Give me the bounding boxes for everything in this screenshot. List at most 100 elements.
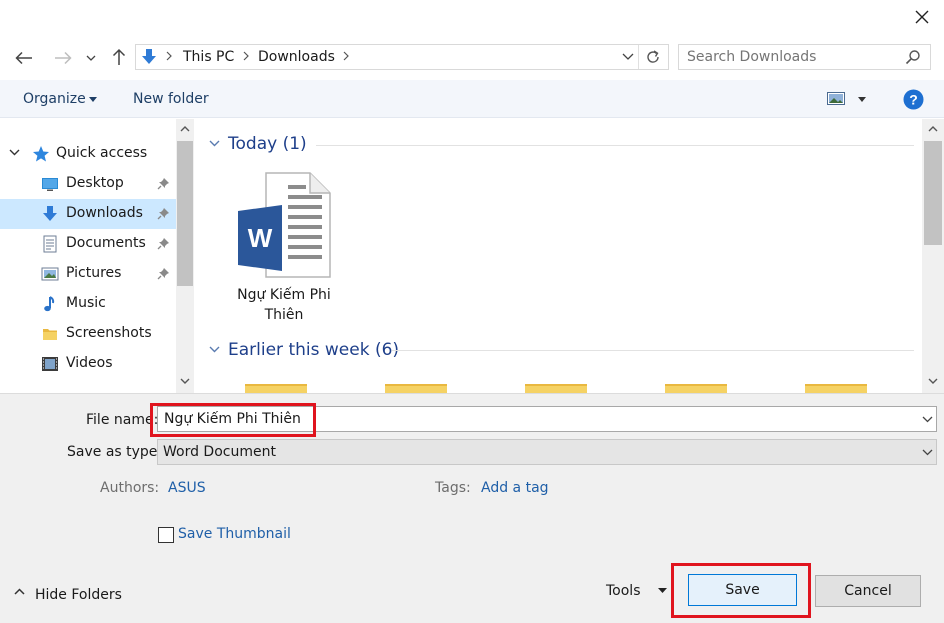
title-bar <box>0 0 944 34</box>
back-button[interactable] <box>13 47 35 69</box>
save-as-type-label: Save as type: <box>67 444 163 460</box>
save-thumbnail-checkbox[interactable] <box>158 527 174 543</box>
file-name-label: Ngự Kiếm Phi Thiên <box>237 287 331 323</box>
organize-button[interactable]: Organize <box>23 91 86 107</box>
chevron-down-icon <box>622 53 634 60</box>
refresh-button[interactable] <box>645 49 661 65</box>
folder-icon[interactable] <box>805 384 867 393</box>
file-list-scrollbar[interactable] <box>922 119 944 393</box>
collapse-group-icon[interactable] <box>209 346 220 353</box>
sidebar-item-label: Downloads <box>66 205 143 221</box>
file-item[interactable]: W Ngự Kiếm Phi Thiên <box>224 169 344 329</box>
sidebar-item-videos[interactable]: Videos <box>0 349 176 379</box>
tags-value[interactable]: Add a tag <box>481 480 549 496</box>
sidebar-item-music[interactable]: Music <box>0 289 176 319</box>
up-button[interactable] <box>108 46 130 68</box>
sidebar-item-documents[interactable]: Documents <box>0 229 176 259</box>
group-divider <box>392 350 914 351</box>
breadcrumb-separator-icon <box>243 51 249 61</box>
group-divider <box>316 145 914 146</box>
sidebar-item-quick-access[interactable]: Quick access <box>0 139 176 169</box>
forward-arrow-icon <box>55 51 72 65</box>
chevron-down-icon <box>86 55 96 61</box>
sidebar-item-downloads[interactable]: Downloads <box>0 199 176 229</box>
pictures-icon <box>41 265 59 283</box>
scroll-up-icon[interactable] <box>928 125 938 132</box>
highlight-box <box>150 403 316 437</box>
address-bar[interactable]: This PC Downloads <box>135 44 669 70</box>
download-arrow-icon <box>41 205 59 223</box>
save-thumbnail-label[interactable]: Save Thumbnail <box>178 526 291 542</box>
caret-down-icon[interactable] <box>658 588 667 593</box>
breadcrumb-separator-icon <box>166 51 172 61</box>
help-button[interactable]: ? <box>903 89 924 110</box>
folder-icon[interactable] <box>245 384 307 393</box>
pin-icon <box>157 267 170 280</box>
refresh-icon <box>647 50 659 63</box>
pin-icon <box>157 237 170 250</box>
svg-text:?: ? <box>909 92 918 108</box>
search-input[interactable] <box>687 48 897 66</box>
close-button[interactable] <box>906 4 938 30</box>
tools-button[interactable]: Tools <box>606 583 641 599</box>
pin-icon <box>157 177 170 190</box>
chevron-down-icon[interactable] <box>9 149 20 156</box>
music-note-icon <box>41 295 59 313</box>
address-dropdown-button[interactable] <box>622 53 634 61</box>
save-as-type-value: Word Document <box>163 444 276 460</box>
breadcrumb-separator-icon <box>343 51 349 61</box>
save-as-type-select[interactable]: Word Document <box>157 439 937 465</box>
scroll-down-icon[interactable] <box>180 378 190 385</box>
cancel-button[interactable]: Cancel <box>815 575 921 607</box>
sidebar-item-screenshots[interactable]: Screenshots <box>0 319 176 349</box>
scroll-up-icon[interactable] <box>180 125 190 132</box>
sidebar-item-label: Screenshots <box>66 325 152 341</box>
file-name-label: File name: <box>86 412 159 428</box>
chevron-down-icon <box>922 449 933 456</box>
tags-label: Tags: <box>435 480 471 496</box>
group-header-earlier-this-week[interactable]: Earlier this week (6) <box>228 340 399 360</box>
sidebar-item-desktop[interactable]: Desktop <box>0 169 176 199</box>
collapse-group-icon[interactable] <box>209 140 220 147</box>
chevron-down-icon[interactable] <box>922 416 933 423</box>
group-header-today[interactable]: Today (1) <box>228 134 307 154</box>
folder-icon[interactable] <box>525 384 587 393</box>
folder-icon[interactable] <box>665 384 727 393</box>
folder-icon <box>41 325 59 343</box>
sidebar-item-label: Desktop <box>66 175 124 191</box>
search-box[interactable] <box>678 44 931 70</box>
sidebar-item-pictures[interactable]: Pictures <box>0 259 176 289</box>
caret-down-icon <box>858 97 866 102</box>
hide-folders-button[interactable]: Hide Folders <box>35 587 122 603</box>
divider <box>638 45 639 69</box>
file-list: Today (1) W Ngự Kiếm Phi Thiên Earlier t… <box>196 119 922 393</box>
close-icon <box>915 10 929 24</box>
view-dropdown-button[interactable] <box>858 97 866 102</box>
scroll-thumb[interactable] <box>177 141 193 286</box>
authors-value[interactable]: ASUS <box>168 480 206 496</box>
folder-icon[interactable] <box>385 384 447 393</box>
scroll-thumb[interactable] <box>924 141 942 245</box>
breadcrumb-this-pc[interactable]: This PC <box>183 49 234 65</box>
view-icon <box>827 92 845 105</box>
back-arrow-icon <box>15 51 32 65</box>
documents-icon <box>41 235 59 253</box>
navigation-pane: Quick access Desktop Downloads Documents <box>0 119 194 393</box>
breadcrumb-downloads[interactable]: Downloads <box>258 49 335 65</box>
recent-locations-button[interactable] <box>83 47 99 69</box>
download-arrow-icon <box>141 48 157 66</box>
star-icon <box>32 145 50 163</box>
word-document-icon: W <box>236 171 332 279</box>
chevron-up-icon[interactable] <box>14 588 25 595</box>
caret-down-icon <box>89 97 97 102</box>
view-options-button[interactable] <box>827 92 847 106</box>
navigation-pane-scrollbar[interactable] <box>176 119 194 393</box>
scroll-down-icon[interactable] <box>928 378 938 385</box>
desktop-icon <box>41 175 59 193</box>
search-icon <box>905 49 921 65</box>
forward-button[interactable] <box>52 47 74 69</box>
authors-label: Authors: <box>100 480 160 496</box>
sidebar-item-label: Quick access <box>56 145 148 161</box>
new-folder-button[interactable]: New folder <box>133 91 209 107</box>
pin-icon <box>157 207 170 220</box>
